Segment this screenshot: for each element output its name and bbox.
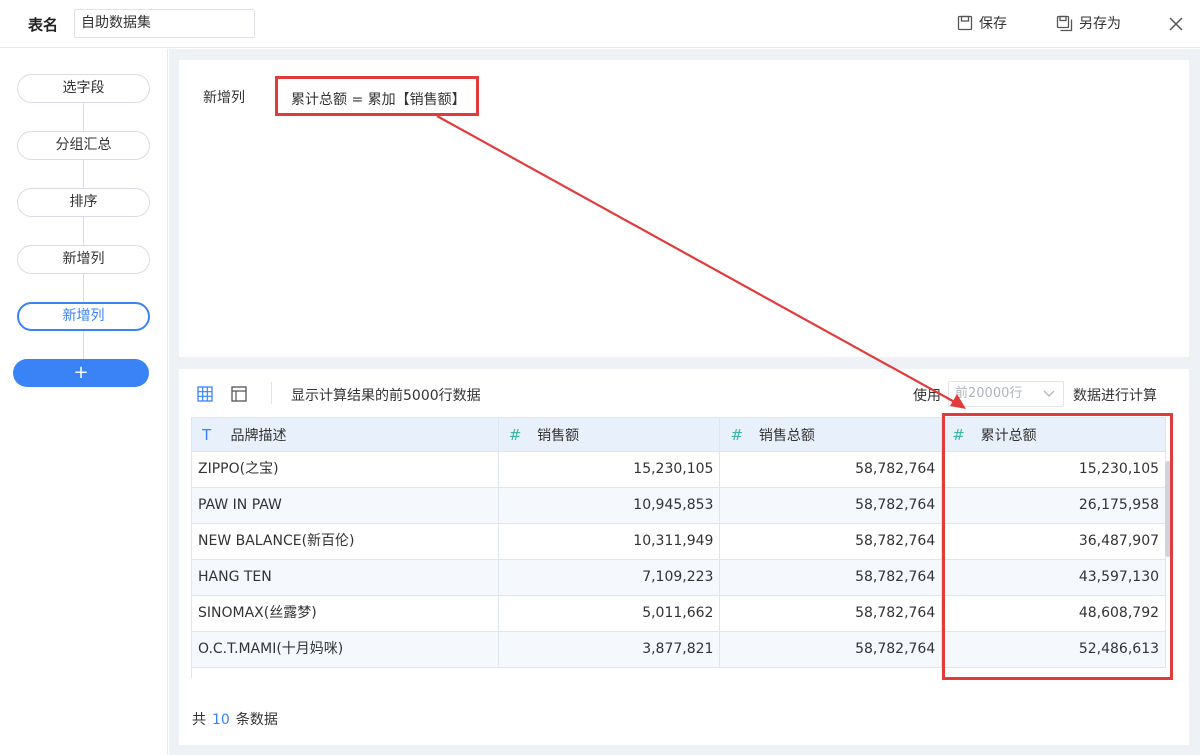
table-row: PAW IN PAW 10,945,853 58,782,764 26,175,… — [192, 488, 1166, 524]
column-header-sales[interactable]: # 销售额 — [499, 418, 721, 452]
cell-total-sales: 58,782,764 — [720, 632, 943, 667]
row-count-prefix: 共 — [192, 712, 206, 728]
formula-label: 新增列 — [203, 90, 245, 106]
cell-total-sales: 58,782,764 — [720, 488, 943, 523]
table-view-icon[interactable] — [197, 386, 213, 402]
cell-sales: 3,877,821 — [499, 632, 721, 667]
cell-brand: ZIPPO(之宝) — [192, 452, 499, 487]
column-header-label: 销售额 — [537, 428, 580, 444]
column-header-label: 品牌描述 — [230, 428, 287, 444]
table-row: HANG TEN 7,109,223 58,782,764 43,597,130 — [192, 560, 1166, 596]
row-count-suffix: 条数据 — [235, 712, 278, 728]
cell-sales: 10,311,949 — [499, 524, 721, 559]
step-add-column-1[interactable]: 新增列 — [17, 245, 150, 274]
cell-sales: 10,945,853 — [499, 488, 721, 523]
formula-highlight-box — [275, 76, 479, 116]
main-area: 新增列 累计总额 = 累加【销售额】 显示计算结果的前5000行数据 使用 前2… — [169, 49, 1200, 755]
column-header-label: 累计总额 — [980, 428, 1037, 444]
cell-cumulative-total: 26,175,958 — [942, 488, 1166, 523]
save-as-button[interactable]: 另存为 — [1056, 13, 1121, 33]
number-type-icon: # — [508, 426, 522, 444]
table-row: ZIPPO(之宝) 15,230,105 58,782,764 15,230,1… — [192, 452, 1166, 488]
cell-total-sales: 58,782,764 — [720, 560, 943, 595]
column-header-cumulative-total[interactable]: # 累计总额 — [942, 418, 1166, 452]
row-count-value: 10 — [212, 712, 230, 728]
save-button[interactable]: 保存 — [957, 13, 1007, 33]
save-icon — [957, 15, 973, 31]
cell-sales: 7,109,223 — [499, 560, 721, 595]
add-step-button[interactable]: + — [13, 359, 149, 387]
table-name-label: 表名 — [28, 16, 59, 34]
step-select-fields[interactable]: 选字段 — [17, 74, 150, 103]
cell-total-sales: 58,782,764 — [720, 596, 943, 631]
data-table: T 品牌描述 # 销售额 # 销售总额 # 累计总额 ZIPPO(之宝) 15,… — [191, 417, 1166, 678]
cell-cumulative-total: 52,486,613 — [942, 632, 1166, 667]
cell-total-sales: 58,782,764 — [720, 524, 943, 559]
step-add-column-2[interactable]: 新增列 — [17, 302, 150, 331]
toolbar-divider — [271, 382, 272, 404]
cell-brand: NEW BALANCE(新百伦) — [192, 524, 499, 559]
save-as-icon — [1056, 15, 1073, 31]
detail-view-icon[interactable] — [231, 386, 247, 402]
table-header-row: T 品牌描述 # 销售额 # 销售总额 # 累计总额 — [192, 417, 1166, 452]
column-header-label: 销售总额 — [758, 428, 815, 444]
table-scrollbar[interactable] — [1165, 461, 1171, 557]
table-row: SINOMAX(丝露梦) 5,011,662 58,782,764 48,608… — [192, 596, 1166, 632]
calc-label: 数据进行计算 — [1073, 388, 1157, 404]
cell-cumulative-total: 43,597,130 — [942, 560, 1166, 595]
step-group-summary[interactable]: 分组汇总 — [17, 131, 150, 160]
cell-brand: HANG TEN — [192, 560, 499, 595]
use-label: 使用 — [913, 388, 941, 404]
table-name-input[interactable]: 自助数据集 — [74, 9, 255, 38]
cell-cumulative-total: 48,608,792 — [942, 596, 1166, 631]
cell-brand: O.C.T.MAMI(十月妈咪) — [192, 632, 499, 667]
number-type-icon: # — [952, 426, 965, 444]
text-type-icon: T — [202, 426, 212, 444]
chevron-down-icon — [1043, 390, 1055, 397]
cell-brand: SINOMAX(丝露梦) — [192, 596, 499, 631]
step-flow-panel: 选字段 分组汇总 排序 新增列 新增列 + — [0, 49, 168, 755]
number-type-icon: # — [730, 426, 744, 444]
column-header-brand[interactable]: T 品牌描述 — [192, 418, 499, 452]
formula-panel: 新增列 累计总额 = 累加【销售额】 — [179, 60, 1189, 357]
cell-sales: 15,230,105 — [499, 452, 721, 487]
save-as-label: 另存为 — [1079, 16, 1121, 32]
column-header-total-sales[interactable]: # 销售总额 — [720, 418, 943, 452]
dialog-header: 表名 自助数据集 保存 另存为 — [0, 0, 1200, 48]
close-icon[interactable] — [1166, 14, 1186, 34]
table-row: O.C.T.MAMI(十月妈咪) 3,877,821 58,782,764 52… — [192, 632, 1166, 668]
step-sort[interactable]: 排序 — [17, 188, 150, 217]
row-limit-select[interactable]: 前20000行 — [948, 381, 1064, 407]
save-label: 保存 — [979, 16, 1007, 32]
cell-cumulative-total: 15,230,105 — [942, 452, 1166, 487]
cell-cumulative-total: 36,487,907 — [942, 524, 1166, 559]
row-count-summary: 共 10 条数据 — [192, 709, 278, 729]
table-row: NEW BALANCE(新百伦) 10,311,949 58,782,764 3… — [192, 524, 1166, 560]
data-preview-panel: 显示计算结果的前5000行数据 使用 前20000行 数据进行计算 T 品牌描述… — [179, 369, 1189, 745]
row-limit-value: 前20000行 — [955, 386, 1023, 401]
preview-info-text: 显示计算结果的前5000行数据 — [291, 388, 481, 404]
cell-total-sales: 58,782,764 — [720, 452, 943, 487]
cell-sales: 5,011,662 — [499, 596, 721, 631]
cell-brand: PAW IN PAW — [192, 488, 499, 523]
